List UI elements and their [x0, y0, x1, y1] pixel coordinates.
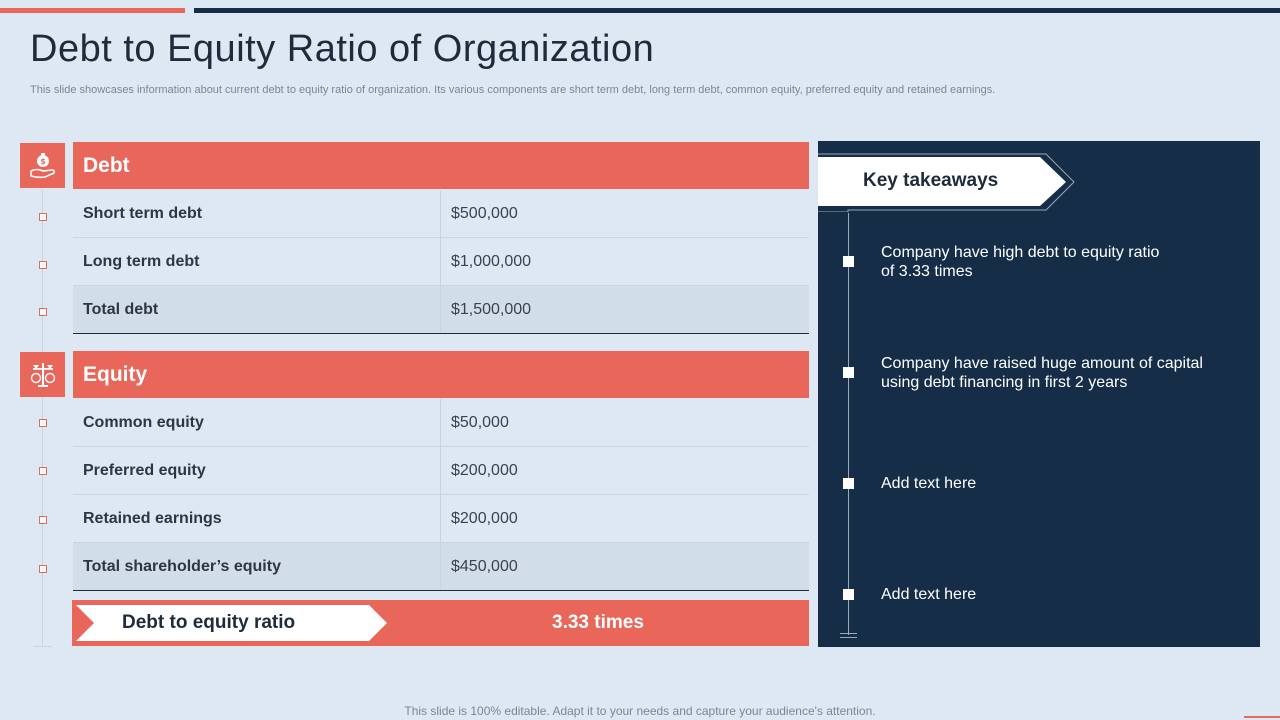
- row-bullet: [39, 308, 47, 316]
- row-label: Short term debt: [73, 190, 441, 237]
- table-row: Long term debt $1,000,000: [73, 238, 809, 286]
- row-bullet: [39, 261, 47, 269]
- takeaway-item: Company have raised huge amount of capit…: [881, 355, 1203, 391]
- row-value: $450,000: [451, 557, 518, 575]
- ratio-bar: Debt to equity ratio 3.33 times: [72, 600, 809, 646]
- balance-scale-icon: [20, 352, 65, 397]
- takeaway-bullet: [843, 256, 854, 267]
- table-row: Preferred equity $200,000: [73, 447, 809, 495]
- row-value: $1,000,000: [451, 252, 532, 270]
- takeaways-timeline-end: [840, 637, 857, 638]
- key-takeaways-panel: Key takeaways Company have high debt to …: [818, 141, 1260, 647]
- takeaways-timeline-end: [840, 633, 857, 634]
- row-bullet: [39, 467, 47, 475]
- takeaway-item: Add text here: [881, 586, 977, 603]
- row-bullet: [39, 213, 47, 221]
- row-label: Total shareholder’s equity: [73, 543, 441, 590]
- left-timeline-line: [42, 190, 43, 646]
- row-bullet: [39, 419, 47, 427]
- row-value: $200,000: [451, 509, 518, 527]
- takeaway-item: Company have high debt to equity ratio o…: [881, 244, 1160, 280]
- row-value: $50,000: [451, 413, 509, 431]
- debt-section-header: Debt: [73, 142, 809, 189]
- table-row: Retained earnings $200,000: [73, 495, 809, 543]
- equity-section-header: Equity: [73, 351, 809, 398]
- row-bullet: [39, 565, 47, 573]
- row-value: $500,000: [451, 204, 518, 222]
- row-label: Total debt: [73, 286, 441, 333]
- takeaway-item: Add text here: [881, 475, 977, 492]
- total-row: Total debt $1,500,000: [73, 286, 809, 334]
- row-label: Long term debt: [73, 238, 441, 285]
- takeaways-timeline-line: [848, 213, 849, 635]
- key-takeaways-header: Key takeaways: [863, 170, 999, 191]
- ratio-value: 3.33 times: [552, 612, 644, 633]
- row-value: $200,000: [451, 461, 518, 479]
- takeaway-bullet: [843, 589, 854, 600]
- row-value: $1,500,000: [451, 300, 532, 318]
- top-accent-bar-red: [0, 8, 185, 13]
- svg-text:$: $: [40, 157, 46, 166]
- page-title: Debt to Equity Ratio of Organization: [30, 28, 655, 70]
- top-accent-bar-navy: [194, 8, 1280, 13]
- money-bag-hand-icon: $: [20, 143, 65, 188]
- left-timeline-end: [34, 646, 52, 647]
- row-bullet: [39, 516, 47, 524]
- row-label: Common equity: [73, 399, 441, 446]
- ratio-label: Debt to equity ratio: [122, 612, 296, 633]
- row-label: Preferred equity: [73, 447, 441, 494]
- footer-note: This slide is 100% editable. Adapt it to…: [404, 704, 876, 718]
- table-row: Short term debt $500,000: [73, 190, 809, 238]
- table-row: Common equity $50,000: [73, 399, 809, 447]
- page-subtitle: This slide showcases information about c…: [30, 84, 996, 96]
- row-label: Retained earnings: [73, 495, 441, 542]
- corner-accent: [1244, 716, 1280, 718]
- total-row: Total shareholder’s equity $450,000: [73, 543, 809, 591]
- takeaway-bullet: [843, 367, 854, 378]
- takeaway-bullet: [843, 478, 854, 489]
